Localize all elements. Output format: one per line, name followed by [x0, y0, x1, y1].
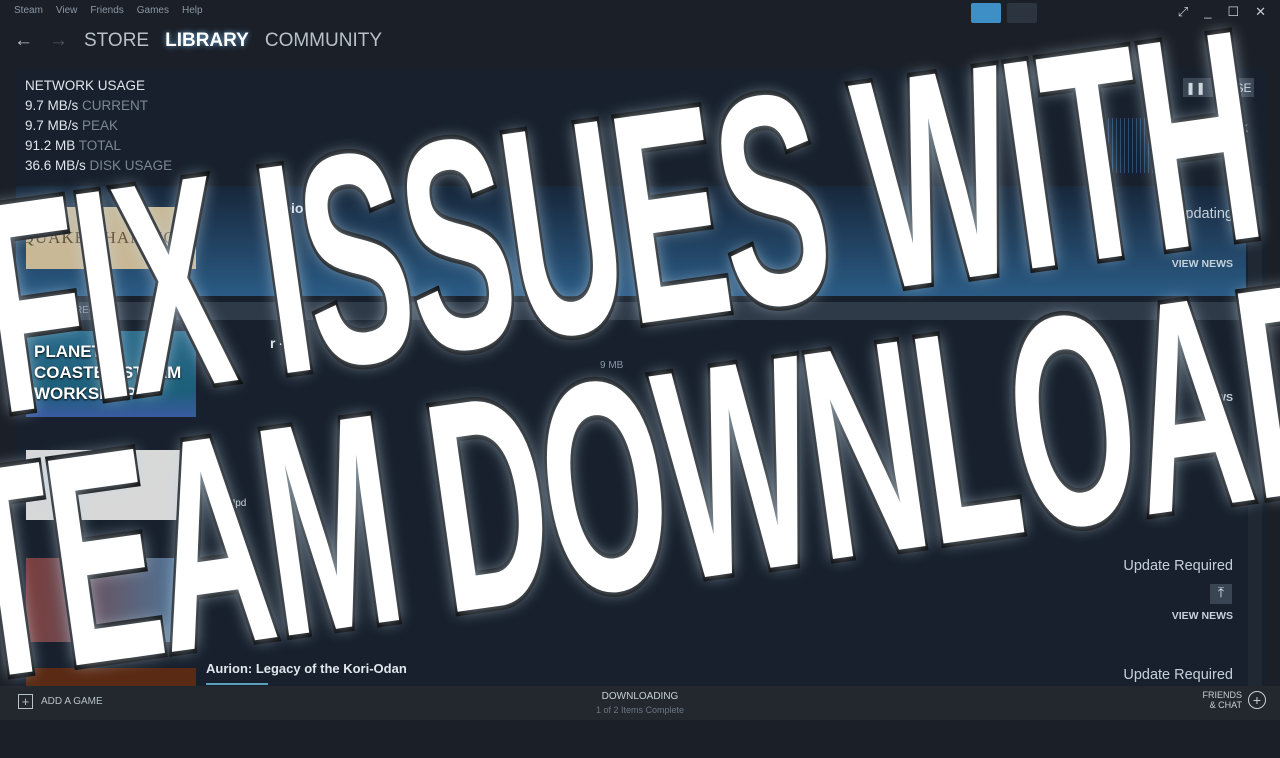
- friends-label: FRIENDS & CHAT: [1202, 690, 1242, 710]
- menu-view[interactable]: View: [56, 5, 78, 19]
- current-label: CURRENT: [82, 98, 149, 113]
- back-arrow-icon[interactable]: ←: [14, 30, 33, 52]
- menu-steam[interactable]: Steam: [14, 5, 43, 19]
- menu-games[interactable]: Games: [137, 5, 169, 19]
- friends-chat-button[interactable]: FRIENDS & CHAT +: [1196, 690, 1266, 710]
- forward-arrow-icon[interactable]: →: [49, 30, 68, 52]
- menu-friends[interactable]: Friends: [90, 5, 123, 19]
- queue-status: Update Required: [1123, 667, 1233, 683]
- network-title: NETWORK USAGE: [25, 78, 146, 93]
- close-icon[interactable]: ✕: [1255, 4, 1266, 20]
- nav-community[interactable]: COMMUNITY: [265, 30, 382, 52]
- nav-library[interactable]: LIBRARY: [165, 30, 249, 52]
- plus-icon: +: [1248, 691, 1266, 709]
- view-news-link[interactable]: VIEW NEWS: [1172, 610, 1233, 622]
- current-value: 9.7 MB/s: [25, 98, 79, 113]
- menu-help[interactable]: Help: [182, 5, 203, 19]
- nav-store[interactable]: STORE: [84, 30, 149, 52]
- move-to-top-icon[interactable]: ⤒: [1210, 584, 1232, 604]
- main-nav: ← → STORE LIBRARY COMMUNITY: [14, 30, 382, 52]
